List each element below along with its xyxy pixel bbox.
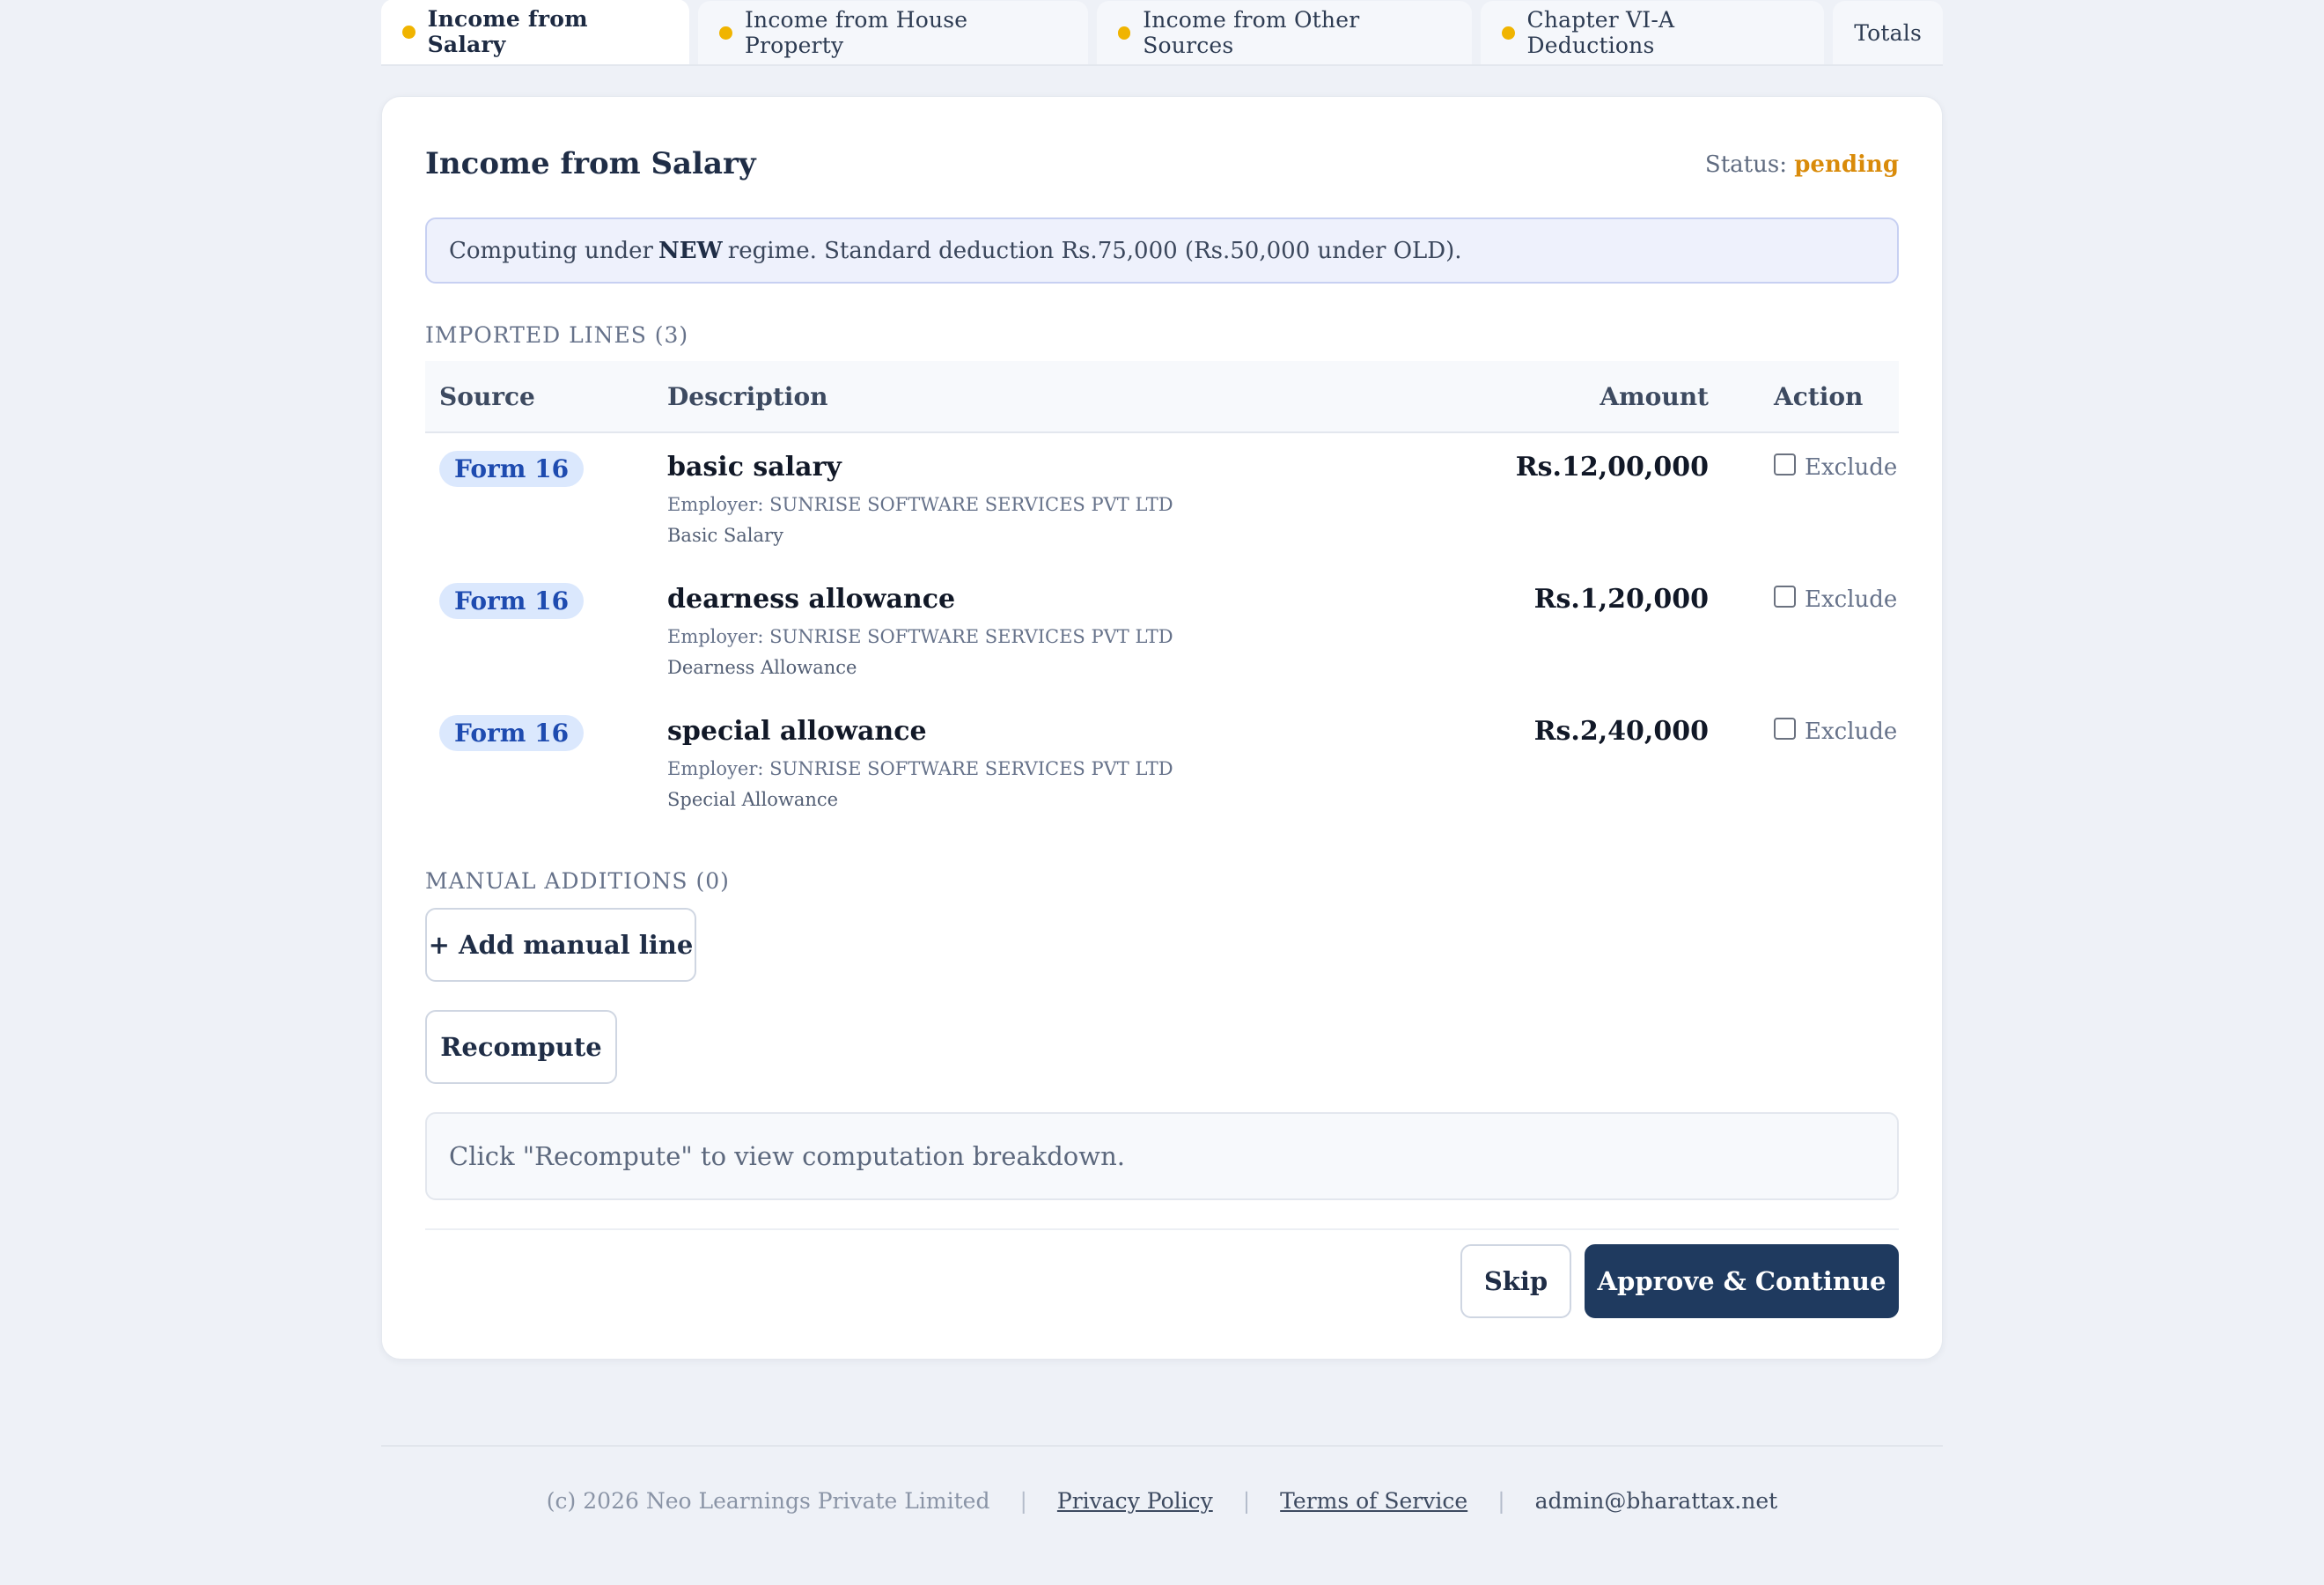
- line-detail: Basic Salary: [667, 525, 783, 546]
- source-badge: Form 16: [439, 715, 585, 751]
- exclude-checkbox[interactable]: [1774, 717, 1796, 740]
- approve-continue-button[interactable]: Approve & Continue: [1585, 1244, 1899, 1318]
- line-employer: Employer: SUNRISE SOFTWARE SERVICES PVT …: [667, 758, 1173, 779]
- status-label: Status:: [1704, 151, 1787, 178]
- tab-label: Totals: [1854, 19, 1922, 46]
- pending-dot-icon: [719, 26, 732, 40]
- line-amount: Rs.12,00,000: [1515, 452, 1709, 483]
- line-title: dearness allowance: [667, 584, 956, 615]
- source-badge: Form 16: [439, 583, 585, 619]
- page-wrapper: Income from Salary Income from House Pro…: [381, 0, 1943, 1360]
- status-indicator: Status: pending: [1705, 151, 1899, 178]
- pending-dot-icon: [402, 25, 416, 39]
- source-badge: Form 16: [439, 451, 585, 487]
- tab-label: Income from Other Sources: [1143, 7, 1360, 58]
- exclude-label: Exclude: [1805, 586, 1898, 613]
- footer-separator: |: [1019, 1488, 1027, 1514]
- line-employer: Employer: SUNRISE SOFTWARE SERVICES PVT …: [667, 626, 1173, 647]
- line-employer: Employer: SUNRISE SOFTWARE SERVICES PVT …: [667, 494, 1173, 515]
- status-value: pending: [1794, 151, 1899, 178]
- tab-label: Income from Salary: [427, 6, 588, 57]
- column-header-amount: Amount: [1600, 381, 1709, 411]
- salary-card: Income from Salary Status: pending Compu…: [381, 96, 1943, 1360]
- tab-label: Chapter VI-A Deductions: [1526, 7, 1675, 58]
- exclude-label: Exclude: [1805, 454, 1898, 481]
- line-title: special allowance: [667, 716, 927, 747]
- footer-copyright: (c) 2026 Neo Learnings Private Limited: [546, 1488, 990, 1514]
- table-row: Form 16 basic salary Employer: SUNRISE S…: [425, 433, 1899, 565]
- info-suffix: regime. Standard deduction Rs.75,000 (Rs…: [727, 237, 1462, 264]
- tab-bar: Income from Salary Income from House Pro…: [381, 0, 1943, 66]
- terms-of-service-link[interactable]: Terms of Service: [1280, 1488, 1467, 1514]
- footer-separator: |: [1497, 1488, 1505, 1514]
- manual-additions-label: MANUAL ADDITIONS (0): [425, 868, 730, 894]
- info-regime: NEW: [658, 237, 723, 264]
- add-manual-line-button[interactable]: + Add manual line: [425, 908, 696, 982]
- column-header-source: Source: [439, 381, 535, 411]
- table-header: Source Description Amount Action: [425, 361, 1899, 433]
- line-detail: Special Allowance: [667, 789, 839, 810]
- info-prefix: Computing under: [449, 237, 653, 264]
- exclude-toggle[interactable]: Exclude: [1774, 451, 1899, 484]
- exclude-label: Exclude: [1805, 719, 1898, 745]
- line-title: basic salary: [667, 452, 842, 483]
- pending-dot-icon: [1501, 26, 1515, 40]
- footer: (c) 2026 Neo Learnings Private Limited |…: [381, 1488, 1943, 1514]
- recompute-button[interactable]: Recompute: [425, 1010, 617, 1084]
- tab-chapter-via-deductions[interactable]: Chapter VI-A Deductions: [1480, 1, 1825, 64]
- privacy-policy-link[interactable]: Privacy Policy: [1057, 1488, 1213, 1514]
- tab-totals[interactable]: Totals: [1833, 1, 1943, 64]
- tab-income-from-other-sources[interactable]: Income from Other Sources: [1096, 1, 1472, 64]
- footer-separator: |: [1242, 1488, 1251, 1514]
- tab-income-from-house-property[interactable]: Income from House Property: [698, 1, 1088, 64]
- contact-email: admin@bharattax.net: [1534, 1488, 1778, 1514]
- divider: [425, 1228, 1899, 1230]
- footer-divider: [381, 1445, 1943, 1447]
- imported-lines-table: Source Description Amount Action Form 16…: [425, 361, 1899, 829]
- line-amount: Rs.1,20,000: [1533, 584, 1709, 615]
- exclude-checkbox[interactable]: [1774, 453, 1796, 476]
- tab-income-from-salary[interactable]: Income from Salary: [381, 0, 690, 64]
- tab-label: Income from House Property: [744, 7, 968, 58]
- column-header-description: Description: [667, 381, 828, 411]
- skip-button[interactable]: Skip: [1460, 1244, 1571, 1318]
- exclude-checkbox[interactable]: [1774, 585, 1796, 608]
- card-title: Income from Salary: [425, 146, 756, 181]
- table-row: Form 16 special allowance Employer: SUNR…: [425, 697, 1899, 829]
- column-header-action: Action: [1774, 381, 1864, 411]
- exclude-toggle[interactable]: Exclude: [1774, 583, 1899, 616]
- pending-dot-icon: [1117, 26, 1131, 40]
- line-detail: Dearness Allowance: [667, 657, 857, 678]
- exclude-toggle[interactable]: Exclude: [1774, 715, 1899, 748]
- imported-lines-label: IMPORTED LINES (3): [425, 322, 689, 348]
- line-amount: Rs.2,40,000: [1533, 716, 1709, 747]
- table-row: Form 16 dearness allowance Employer: SUN…: [425, 565, 1899, 697]
- computation-breakdown-placeholder: Click "Recompute" to view computation br…: [425, 1112, 1899, 1200]
- regime-info-banner: Computing under NEW regime. Standard ded…: [425, 217, 1899, 284]
